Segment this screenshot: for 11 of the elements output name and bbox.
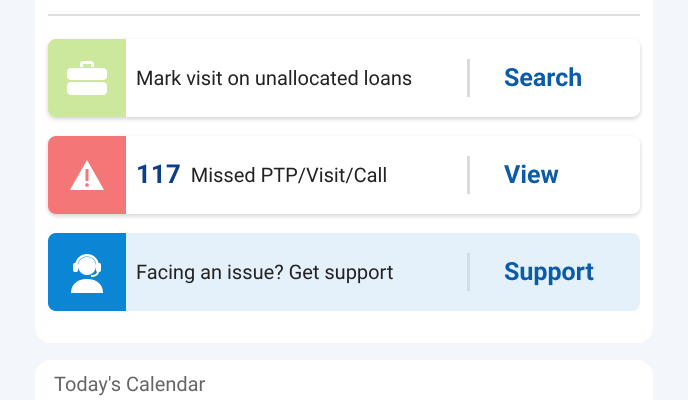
warning-icon xyxy=(69,159,105,191)
action-description: Facing an issue? Get support xyxy=(136,260,394,284)
action-description: Missed PTP/Visit/Call xyxy=(190,163,388,187)
action-link[interactable]: Search xyxy=(504,64,582,92)
briefcase-icon xyxy=(66,60,108,96)
action-link[interactable]: Support xyxy=(504,258,594,286)
support-agent-icon xyxy=(69,251,105,293)
section-title: Today's Calendar xyxy=(54,372,206,396)
count: 117 xyxy=(136,160,181,190)
action-link[interactable]: View xyxy=(504,160,559,190)
action-description: Mark visit on unallocated loans xyxy=(136,66,412,90)
